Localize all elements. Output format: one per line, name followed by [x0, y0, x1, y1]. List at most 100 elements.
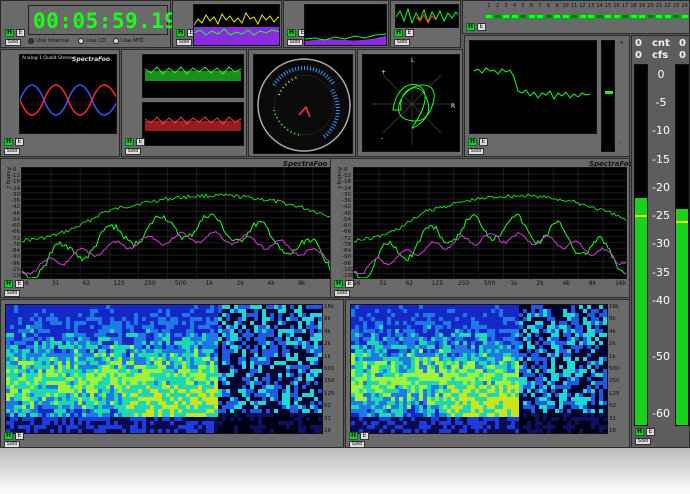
edit-button[interactable]: E	[15, 432, 24, 440]
edit-button[interactable]: E	[136, 138, 145, 146]
spectrogram-graph-right	[351, 305, 607, 434]
hx-button[interactable]: H	[468, 138, 477, 146]
edit-button[interactable]: E	[405, 29, 414, 37]
channel-led-icon[interactable]	[553, 14, 561, 19]
channel-led-icon[interactable]	[629, 14, 638, 19]
channel-led-icon[interactable]	[527, 14, 536, 19]
hx-button[interactable]: H	[4, 432, 13, 440]
spectrogram-cell	[198, 385, 202, 389]
spectrogram-cell	[499, 377, 503, 381]
spectrogram-cell	[431, 353, 435, 357]
spectrogram-cell	[314, 421, 318, 425]
channel-led-icon[interactable]	[536, 14, 544, 19]
channel-led-icon[interactable]	[485, 14, 493, 19]
hx-button[interactable]: H	[394, 29, 403, 37]
solo-button[interactable]: Solo	[287, 39, 303, 46]
channel-led-icon[interactable]	[672, 14, 680, 19]
channel-number: 21	[655, 3, 663, 9]
spectrogram-cell	[447, 377, 451, 381]
radio-use-mtc[interactable]: Use MTC	[113, 38, 145, 44]
edit-button[interactable]: E	[16, 29, 25, 37]
channel-led-icon[interactable]	[561, 14, 570, 19]
solo-button[interactable]: Solo	[4, 148, 20, 155]
hx-button[interactable]: H	[466, 23, 475, 31]
spectrogram-cell	[355, 361, 359, 365]
spectrogram-cell	[178, 325, 182, 329]
solo-button[interactable]: Solo	[394, 39, 410, 46]
hx-button[interactable]: H	[334, 280, 343, 288]
solo-button[interactable]: Solo	[176, 39, 192, 46]
channel-led-icon[interactable]	[680, 14, 689, 19]
channel-led-icon[interactable]	[544, 14, 553, 19]
spectrogram-cell	[479, 433, 483, 434]
channel-led-icon[interactable]	[621, 14, 629, 19]
channel-led-icon[interactable]	[646, 14, 655, 19]
spectrogram-cell	[371, 369, 375, 373]
spectrogram-cell	[411, 429, 415, 433]
solo-button[interactable]: Solo	[5, 39, 21, 46]
edit-button[interactable]: E	[479, 138, 488, 146]
spectrogram-cell	[531, 401, 535, 405]
edit-button[interactable]: E	[477, 23, 486, 31]
hx-button[interactable]: H	[4, 138, 13, 146]
edit-button[interactable]: E	[15, 280, 24, 288]
spectrogram-cell	[595, 381, 599, 385]
spectrogram-cell	[551, 349, 555, 353]
channel-led-icon[interactable]	[612, 14, 621, 19]
spectrogram-cell	[463, 393, 467, 397]
spectrogram-cell	[154, 429, 158, 433]
spectrogram-cell	[302, 321, 306, 325]
spectrogram-cell	[246, 313, 250, 317]
scale-tick-label: 500	[324, 366, 335, 372]
spectrogram-cell	[214, 413, 218, 417]
spectrogram-cell	[78, 377, 82, 381]
channel-led-icon[interactable]	[578, 14, 587, 19]
channel-led-icon[interactable]	[493, 14, 502, 19]
hx-button[interactable]: H	[176, 29, 185, 37]
solo-button[interactable]: Solo	[125, 148, 141, 155]
radio-use-internal[interactable]: Use Internal	[28, 38, 69, 44]
channel-led-icon[interactable]	[655, 14, 663, 19]
channel-led-icon[interactable]	[604, 14, 612, 19]
spectrogram-cell	[379, 377, 383, 381]
channel-led-icon[interactable]	[587, 14, 595, 19]
edit-button[interactable]: E	[345, 280, 354, 288]
channel-led-icon[interactable]	[638, 14, 646, 19]
hx-button[interactable]: H	[125, 138, 134, 146]
solo-button[interactable]: Solo	[4, 441, 20, 448]
hx-button[interactable]: H	[287, 29, 296, 37]
analyzer-display-left	[21, 167, 341, 279]
radio-use-cd[interactable]: Use CD	[78, 38, 106, 44]
spectrogram-cell	[551, 421, 555, 425]
spectrogram-cell	[310, 317, 314, 321]
spectrogram-cell	[306, 413, 310, 417]
channel-led-icon[interactable]	[595, 14, 604, 19]
solo-button[interactable]: Solo	[468, 148, 484, 155]
spectrogram-cell	[34, 409, 38, 413]
channel-led-icon[interactable]	[502, 14, 510, 19]
spectrogram-cell	[579, 357, 583, 361]
spectrogram-cell	[238, 357, 242, 361]
channel-led-icon[interactable]	[519, 14, 527, 19]
spectrogram-cell	[387, 337, 391, 341]
solo-button[interactable]: Solo	[334, 290, 350, 297]
spectrogram-cell	[475, 313, 479, 317]
spectrogram-cell	[579, 433, 583, 434]
hx-button[interactable]: H	[4, 280, 13, 288]
spectrogram-cell	[395, 365, 399, 369]
spectrogram-cell	[162, 425, 166, 429]
spectrogram-cell	[170, 365, 174, 369]
solo-button[interactable]: Solo	[4, 290, 20, 297]
channel-led-icon[interactable]	[663, 14, 672, 19]
hx-button[interactable]: H	[5, 29, 14, 37]
spectrogram-cell	[371, 385, 375, 389]
edit-button[interactable]: E	[15, 138, 24, 146]
spectrogram-cell	[154, 389, 158, 393]
channel-led-icon[interactable]	[570, 14, 578, 19]
spectrogram-cell	[511, 337, 515, 341]
spectrogram-cell	[186, 433, 190, 434]
channel-led-icon[interactable]	[510, 14, 519, 19]
spectrogram-cell	[82, 401, 86, 405]
spectrogram-cell	[447, 313, 451, 317]
spectrogram-cell	[146, 329, 150, 333]
